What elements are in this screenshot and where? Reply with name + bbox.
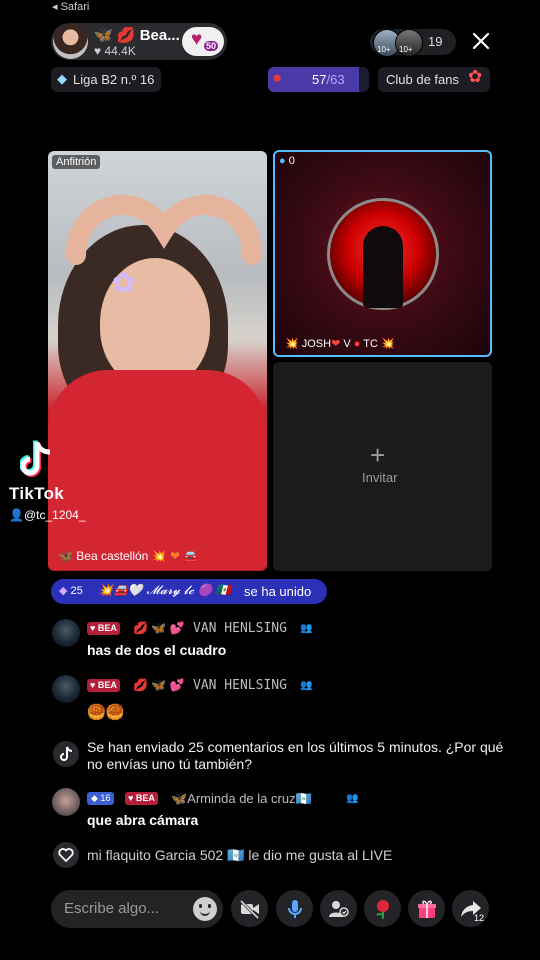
host-fan-badge[interactable]: ♥ 50: [182, 27, 224, 56]
fan-badge: ♥ BEA: [125, 792, 158, 805]
viewer-rank: 10+: [377, 45, 391, 54]
rose-icon: [376, 900, 389, 919]
plus-icon: +: [370, 440, 386, 470]
gift-button[interactable]: [408, 890, 445, 927]
apple-gift-icon: ●: [272, 68, 283, 87]
chat-message: 🥮🥮: [87, 704, 125, 721]
share-count: 12: [474, 913, 485, 923]
mic-icon: [288, 900, 302, 918]
guests-button[interactable]: [320, 890, 357, 927]
joined-level: ◆ 25: [59, 585, 83, 597]
close-icon[interactable]: [470, 30, 492, 52]
comment-placeholder: Escribe algo...: [64, 900, 160, 917]
diamond-icon: ◆: [57, 71, 67, 86]
camera-off-button[interactable]: [231, 890, 268, 927]
heart-icon: ♥: [191, 29, 203, 50]
fan-club-label: Club de fans: [386, 72, 459, 87]
tiktok-wordmark: TikTok: [9, 484, 65, 503]
flower-icon: ✿: [112, 267, 136, 298]
host-likes: ♥ 44.4K: [94, 44, 136, 58]
lips-icon: 💋: [116, 27, 136, 44]
joined-username[interactable]: 💥🚘🤍 𝓜𝓪𝓻𝔂 𝓵𝓬 🟣 🇲🇽: [98, 583, 231, 598]
chat-avatar[interactable]: [52, 619, 80, 647]
fan-badge-level: 50: [204, 41, 219, 51]
fan-club-icon: ✿: [468, 67, 483, 86]
joined-text: se ha unido: [244, 584, 312, 599]
chat-message: que abra cámara: [87, 812, 199, 828]
heart-hands: [66, 194, 262, 265]
heart-outline-icon: [53, 842, 79, 868]
person-icon: 👤: [9, 508, 24, 522]
tiktok-logo: [20, 440, 51, 477]
chat-username[interactable]: VAN HENLSING: [193, 678, 287, 693]
host-label: Anfitrión: [52, 155, 101, 169]
user-level-badge: ◆ 16: [87, 792, 115, 805]
league-label: Liga B2 n.º 16: [73, 72, 155, 87]
like-notice: mi flaquito Garcia 502 🇬🇹 le dio me gust…: [87, 847, 393, 863]
host-video-name: 🦋 Bea castellón 💥 ❤ 🚘: [58, 549, 199, 563]
watermark-user: 👤@tc_1204_: [9, 508, 86, 522]
back-to-safari[interactable]: ◂ Safari: [52, 0, 89, 13]
goal-count: 57/63: [312, 72, 345, 87]
viewer-rank: 10+: [399, 45, 413, 54]
invite-label: Invitar: [362, 470, 398, 485]
microphone-button[interactable]: [276, 890, 313, 927]
moderator-icon: 👥: [300, 623, 313, 634]
moderator-icon: 👥: [346, 793, 359, 804]
rose-gift-button[interactable]: [364, 890, 401, 927]
host-avatar[interactable]: [53, 24, 88, 59]
guest-name: 💥 JOSH❤ V ● TC 💥: [285, 338, 395, 350]
host-name: 🦋 💋 Bea...: [94, 26, 180, 44]
chat-avatar[interactable]: [52, 675, 80, 703]
camera-off-icon: [239, 899, 260, 920]
chat-username[interactable]: 🦋Arminda de la cruz🇬🇹: [171, 791, 312, 807]
guest-avatar-figure: [363, 226, 403, 308]
system-message: Se han enviado 25 comentarios en los últ…: [87, 739, 504, 772]
chat-user-deco: 💋 🦋 💕: [133, 621, 185, 635]
moderator-icon: 👥: [300, 680, 313, 691]
tiktok-system-icon: [53, 741, 79, 767]
butterfly-icon: 🦋: [94, 27, 113, 44]
viewer-count: 19: [428, 34, 443, 49]
chat-message: has de dos el cuadro: [87, 642, 227, 658]
fan-badge: ♥ BEA: [87, 679, 120, 692]
host-name-text: Bea...: [139, 27, 180, 44]
gift-icon: [418, 900, 436, 918]
host-shirt: [48, 370, 267, 570]
top-viewer-avatar[interactable]: 10+: [395, 29, 423, 57]
guest-score: ● 0: [279, 155, 295, 167]
diamond-icon: ◆: [59, 585, 68, 597]
chat-username[interactable]: VAN HENLSING: [193, 621, 287, 636]
fan-badge: ♥ BEA: [87, 622, 120, 635]
chat-avatar[interactable]: [52, 788, 80, 816]
emoji-icon[interactable]: [193, 897, 217, 921]
chat-user-deco: 💋 🦋 💕: [133, 678, 185, 692]
people-icon: [329, 901, 349, 917]
